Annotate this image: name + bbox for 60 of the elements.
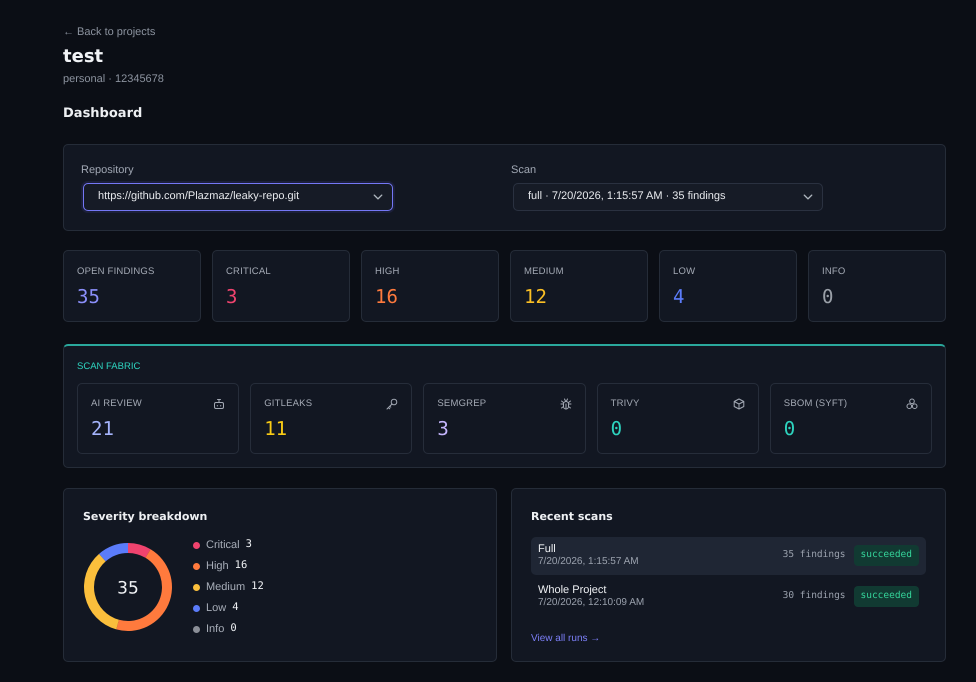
- circles-icon: [906, 398, 918, 410]
- project-title: test: [63, 46, 104, 68]
- bug-icon: [560, 398, 572, 410]
- repository-select[interactable]: https://github.com/Plazmaz/leaky-repo.git: [83, 182, 393, 211]
- tool-label: GITLEAKS: [264, 397, 312, 412]
- tool-label: TRIVY: [610, 397, 640, 412]
- tool-count: 11: [264, 418, 288, 440]
- scan-select[interactable]: full · 7/20/2026, 1:15:57 AM · 35 findings: [513, 182, 823, 211]
- scan-name: Whole Project: [538, 584, 606, 598]
- cube-icon: [732, 398, 745, 410]
- key-icon: [386, 398, 398, 410]
- card-title: Recent scans: [531, 510, 613, 524]
- back-link[interactable]: ← Back to projects: [63, 24, 156, 40]
- project-subtitle: personal · 12345678: [63, 72, 164, 86]
- status-badge: succeeded: [854, 586, 919, 607]
- legend-count: 16: [234, 558, 248, 574]
- field-label: Scan: [511, 164, 536, 177]
- stat-value: 12: [524, 286, 547, 308]
- tool-count: 21: [91, 418, 114, 440]
- stat-value: 35: [77, 286, 100, 308]
- scan-row[interactable]: Whole Project 7/20/2026, 12:10:09 AM 30 findings succeeded: [531, 578, 926, 616]
- scan-date: 7/20/2026, 1:15:57 AM: [538, 556, 639, 568]
- tool-count: 0: [610, 418, 622, 440]
- legend-count: 4: [232, 600, 239, 616]
- legend-count: 12: [251, 579, 264, 594]
- field-label: Repository: [81, 164, 134, 177]
- scan-name: Full: [538, 543, 556, 556]
- legend-label: Medium: [206, 580, 246, 595]
- stat-label: CRITICAL: [226, 264, 271, 279]
- tool-label: SEMGREP: [437, 397, 486, 412]
- stat-value: 4: [673, 286, 684, 308]
- stat-label: OPEN FINDINGS: [77, 264, 155, 279]
- robot-icon: [213, 398, 226, 410]
- scan-row[interactable]: Full 7/20/2026, 1:15:57 AM 35 findings succeeded: [531, 536, 926, 575]
- legend-count: 3: [246, 537, 252, 552]
- findings-count: 30 findings: [782, 589, 846, 604]
- card-title: Severity breakdown: [83, 510, 208, 524]
- stat-label: INFO: [822, 264, 846, 279]
- panel-title: SCAN FABRIC: [77, 360, 140, 374]
- view-all-runs-link[interactable]: View all runs →: [531, 630, 600, 646]
- tool-label: SBOM (SYFT): [784, 397, 848, 412]
- tool-label: AI REVIEW: [91, 397, 142, 412]
- legend-label: Info: [206, 622, 224, 637]
- stat-value: 0: [822, 286, 834, 308]
- total-count: 35: [117, 578, 139, 599]
- findings-count: 35 findings: [782, 548, 846, 562]
- tool-count: 0: [784, 418, 796, 440]
- legend-label: Critical: [206, 538, 240, 553]
- legend-label: Low: [206, 600, 226, 616]
- stat-value: 16: [375, 286, 398, 308]
- scan-date: 7/20/2026, 12:10:09 AM: [538, 597, 644, 610]
- stat-label: HIGH: [375, 264, 400, 279]
- legend-label: High: [206, 558, 229, 574]
- tool-count: 3: [437, 418, 449, 440]
- status-badge: succeeded: [854, 545, 919, 566]
- stat-value: 3: [226, 286, 238, 308]
- stat-label: LOW: [673, 264, 696, 279]
- legend-count: 0: [230, 621, 237, 636]
- section-title: Dashboard: [63, 106, 142, 122]
- stat-label: MEDIUM: [524, 264, 564, 279]
